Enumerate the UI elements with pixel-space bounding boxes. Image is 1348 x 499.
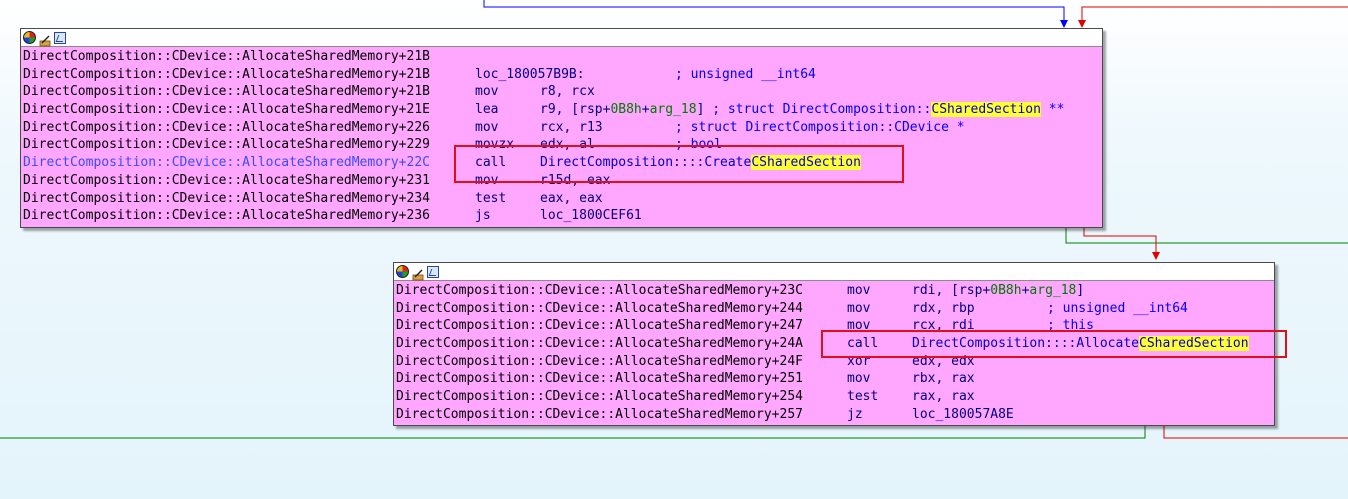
line-comment[interactable]: ; struct DirectComposition::CDevice *: [675, 120, 965, 135]
operands[interactable]: ]: [697, 102, 713, 117]
line-address[interactable]: DirectComposition::CDevice::AllocateShar…: [23, 48, 475, 66]
annotation-box-create-call: [454, 145, 904, 183]
line-address[interactable]: DirectComposition::CDevice::AllocateShar…: [23, 101, 475, 119]
disasm-line[interactable]: DirectComposition::CDevice::AllocateShar…: [396, 388, 1274, 406]
edge-false-in: [1081, 6, 1348, 26]
line-comment[interactable]: ; unsigned __int64: [1047, 301, 1188, 316]
disasm-line[interactable]: DirectComposition::CDevice::AllocateShar…: [23, 66, 1102, 84]
operands[interactable]: eax, eax: [540, 190, 603, 208]
line-address[interactable]: DirectComposition::CDevice::AllocateShar…: [396, 353, 847, 371]
operands[interactable]: loc_180057A8E: [912, 406, 1014, 424]
line-address[interactable]: DirectComposition::CDevice::AllocateShar…: [23, 119, 475, 137]
line-comment[interactable]: ; struct DirectComposition::: [712, 102, 931, 117]
line-address[interactable]: DirectComposition::CDevice::AllocateShar…: [396, 388, 847, 406]
line-address[interactable]: DirectComposition::CDevice::AllocateShar…: [396, 335, 847, 353]
mnemonic[interactable]: mov: [847, 282, 912, 300]
operand-offset[interactable]: 0B8h: [610, 102, 641, 117]
operand-variable[interactable]: arg_18: [1029, 283, 1076, 298]
line-address[interactable]: DirectComposition::CDevice::AllocateShar…: [23, 66, 475, 84]
disasm-line[interactable]: DirectComposition::CDevice::AllocateShar…: [396, 300, 1274, 318]
operands[interactable]: rbx, rax: [912, 370, 975, 388]
disassembly-lines: DirectComposition::CDevice::AllocateShar…: [21, 47, 1102, 227]
operands[interactable]: rcx, r13: [540, 119, 675, 137]
disasm-line[interactable]: DirectComposition::CDevice::AllocateShar…: [23, 48, 1102, 66]
operands[interactable]: rdx, rbp: [912, 300, 1047, 318]
operands[interactable]: loc_1800CEF61: [540, 207, 642, 225]
operand-variable[interactable]: arg_18: [650, 102, 697, 117]
line-comment[interactable]: ; unsigned __int64: [675, 67, 816, 82]
operands[interactable]: rax, rax: [912, 388, 975, 406]
disasm-line[interactable]: DirectComposition::CDevice::AllocateShar…: [396, 370, 1274, 388]
operands[interactable]: r9, [rsp+: [540, 102, 610, 117]
mnemonic[interactable]: test: [847, 388, 912, 406]
ida-graph-view[interactable]: DirectComposition::CDevice::AllocateShar…: [0, 0, 1348, 499]
edge-false-node2-out: [1163, 426, 1348, 439]
mnemonic[interactable]: mov: [475, 83, 540, 101]
basic-block-node-1[interactable]: DirectComposition::CDevice::AllocateShar…: [20, 28, 1103, 228]
line-address[interactable]: DirectComposition::CDevice::AllocateShar…: [23, 154, 475, 172]
operand-offset[interactable]: 0B8h: [990, 283, 1021, 298]
mnemonic[interactable]: mov: [475, 119, 540, 137]
mnemonic[interactable]: lea: [475, 101, 540, 119]
rename-pencil-icon[interactable]: [412, 266, 424, 280]
color-palette-icon[interactable]: [23, 31, 36, 44]
disasm-line[interactable]: DirectComposition::CDevice::AllocateShar…: [396, 406, 1274, 424]
line-address[interactable]: DirectComposition::CDevice::AllocateShar…: [396, 300, 847, 318]
edge-unconditional: [483, 0, 1065, 26]
line-address[interactable]: DirectComposition::CDevice::AllocateShar…: [396, 282, 847, 300]
annotation-box-allocate-call: [821, 330, 1287, 358]
arrowhead-red-node2: [1152, 252, 1160, 260]
node-header: [394, 263, 1274, 281]
line-comment[interactable]: **: [1041, 102, 1065, 117]
line-address[interactable]: DirectComposition::CDevice::AllocateShar…: [396, 317, 847, 335]
disasm-line[interactable]: DirectComposition::CDevice::AllocateShar…: [23, 119, 1102, 137]
operands[interactable]: r8, rcx: [540, 83, 595, 101]
line-address[interactable]: DirectComposition::CDevice::AllocateShar…: [23, 190, 475, 208]
mnemonic[interactable]: test: [475, 190, 540, 208]
disasm-line[interactable]: DirectComposition::CDevice::AllocateShar…: [23, 101, 1102, 119]
mnemonic[interactable]: jz: [847, 406, 912, 424]
mnemonic[interactable]: js: [475, 207, 540, 225]
line-address[interactable]: DirectComposition::CDevice::AllocateShar…: [23, 136, 475, 154]
disasm-line[interactable]: DirectComposition::CDevice::AllocateShar…: [396, 282, 1274, 300]
line-address[interactable]: DirectComposition::CDevice::AllocateShar…: [396, 370, 847, 388]
mnemonic[interactable]: mov: [847, 370, 912, 388]
line-address[interactable]: DirectComposition::CDevice::AllocateShar…: [23, 207, 475, 225]
disasm-line[interactable]: DirectComposition::CDevice::AllocateShar…: [23, 83, 1102, 101]
color-palette-icon[interactable]: [396, 265, 409, 278]
edge-true-node2-out: [0, 426, 1146, 439]
line-address[interactable]: DirectComposition::CDevice::AllocateShar…: [23, 172, 475, 190]
arrowhead-blue: [1060, 20, 1068, 28]
graph-overview-icon[interactable]: [427, 265, 439, 278]
operands[interactable]: ]: [1076, 283, 1084, 298]
graph-overview-icon[interactable]: [54, 31, 66, 44]
mnemonic[interactable]: mov: [847, 300, 912, 318]
rename-pencil-icon[interactable]: [39, 32, 51, 46]
mnemonic[interactable]: loc_180057B9B:: [475, 66, 675, 84]
disasm-line[interactable]: DirectComposition::CDevice::AllocateShar…: [23, 207, 1102, 225]
arrowhead-red-in: [1078, 20, 1086, 28]
disasm-line[interactable]: DirectComposition::CDevice::AllocateShar…: [23, 190, 1102, 208]
operands[interactable]: +: [642, 102, 650, 117]
node-header: [21, 29, 1102, 47]
operands[interactable]: rdi, [rsp+: [912, 283, 990, 298]
line-address[interactable]: DirectComposition::CDevice::AllocateShar…: [23, 83, 475, 101]
line-address[interactable]: DirectComposition::CDevice::AllocateShar…: [396, 406, 847, 424]
highlighted-identifier[interactable]: CSharedSection: [931, 102, 1041, 118]
